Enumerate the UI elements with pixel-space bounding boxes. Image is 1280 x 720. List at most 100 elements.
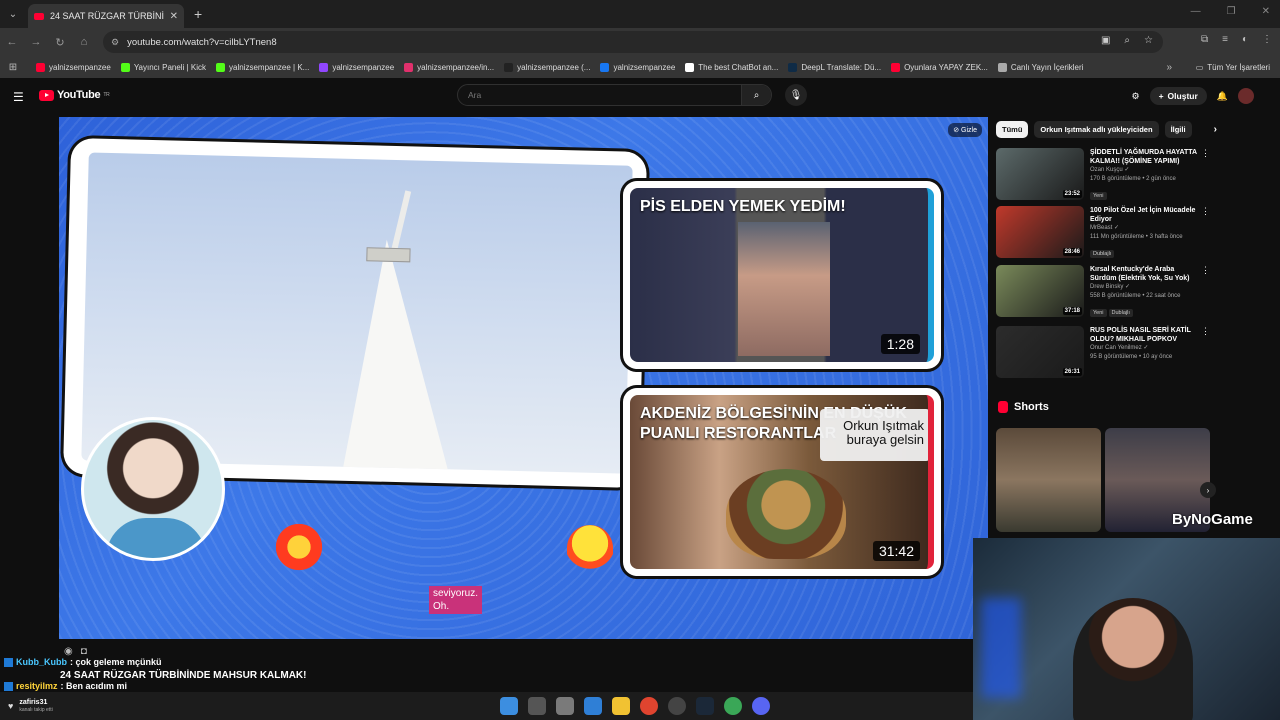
filter-chip[interactable]: Tümü (996, 120, 1029, 138)
bookmark-item[interactable]: yalnizsempanzee | K... (216, 62, 309, 72)
bookmark-item[interactable]: DeepL Translate: Dü... (788, 62, 882, 72)
bookmark-item[interactable]: The best ChatBot an... (685, 62, 778, 72)
short-thumbnail[interactable] (996, 428, 1101, 532)
browser-menu-icon[interactable]: ⋮ (1262, 34, 1272, 45)
hamburger-menu-icon[interactable]: ☰ (13, 90, 24, 104)
youtube-logo[interactable]: YouTube TR (39, 89, 110, 101)
steam-icon[interactable] (696, 697, 714, 715)
bookmark-item[interactable]: yalnizsempanzee (600, 62, 675, 72)
minimize-icon[interactable]: — (1191, 6, 1201, 17)
recommended-video[interactable]: 23:52 ŞİDDETLİ YAĞMURDA HAYATTA KALMA!! (… (996, 148, 1212, 202)
card1-person (738, 222, 830, 356)
photos-icon[interactable] (584, 697, 602, 715)
bookmark-item[interactable]: Yayıncı Paneli | Kick (120, 62, 206, 72)
bookmark-item[interactable]: yalnizsempanzee (319, 62, 394, 72)
end-screen-video-card-2[interactable]: AKDENİZ BÖLGESİ'NİN EN DÜŞÜK PUANLI REST… (623, 388, 941, 576)
task-view-icon[interactable] (528, 697, 546, 715)
forward-icon[interactable]: → (24, 36, 48, 48)
create-label: Oluştur (1167, 91, 1198, 101)
tab-search-icon[interactable]: ⌄ (0, 0, 26, 28)
browser-tab-active[interactable]: 24 SAAT RÜZGAR TÜRBİNİNDE ✕ (28, 4, 184, 28)
video-thumbnail[interactable]: 23:52 (996, 148, 1084, 200)
bookmark-item[interactable]: yalnizsempanzee (... (504, 62, 590, 72)
more-options-icon[interactable]: ⋮ (1201, 206, 1210, 217)
reload-icon[interactable]: ↻ (48, 36, 72, 49)
app-icon[interactable] (556, 697, 574, 715)
video-thumbnail[interactable]: 37:18 (996, 265, 1084, 317)
tab-close-icon[interactable]: ✕ (170, 11, 178, 22)
video-info: 100 Pilot Özel Jet İçin Mücadele Ediyor M… (1090, 206, 1202, 260)
stream-video-title: 24 SAAT RÜZGAR TÜRBİNİNDE MAHSUR KALMAK! (60, 670, 307, 681)
new-tab-icon[interactable]: + (194, 6, 202, 22)
channel-name[interactable]: Drew Binsky ✓ (1090, 283, 1202, 292)
notifications-bell-icon[interactable]: 🔔 (1217, 91, 1228, 102)
file-explorer-icon[interactable] (612, 697, 630, 715)
profile-icon[interactable]: ◐ (1242, 34, 1248, 45)
hide-label: Gizle (961, 127, 977, 134)
voice-search-button[interactable]: 🎙 (785, 84, 807, 106)
home-icon[interactable]: ⌂ (72, 36, 96, 48)
more-options-icon[interactable]: ⋮ (1201, 265, 1210, 276)
apps-grid-icon[interactable]: ⊞ (0, 62, 26, 73)
search-input[interactable] (458, 90, 741, 100)
bookmark-label: Yayıncı Paneli | Kick (133, 62, 206, 72)
extensions-icon[interactable]: ⧉ (1201, 34, 1208, 45)
close-window-icon[interactable]: ✕ (1262, 6, 1270, 17)
bookmark-item[interactable]: Canlı Yayın İçerikleri (997, 62, 1084, 72)
chat-text: : çok geleme mçünkü (70, 657, 162, 667)
end-screen-video-card-1[interactable]: PİS ELDEN YEMEK YEDİM! 1:28 (623, 181, 941, 369)
bookmark-item[interactable]: yalnizsempanzee (36, 62, 111, 72)
more-options-icon[interactable]: ⋮ (1201, 148, 1210, 159)
bookmarks-overflow-icon[interactable]: » (1166, 62, 1172, 73)
recommended-video[interactable]: 26:31 RUS POLİS NASIL SERİ KATİL OLDU? MI… (996, 326, 1212, 380)
shorts-next-arrow-icon[interactable]: › (1200, 482, 1216, 498)
zoom-icon[interactable]: ⌕ (1124, 35, 1130, 46)
studio-icon[interactable]: ⚙ (1132, 91, 1140, 102)
more-options-icon[interactable]: ⋮ (1201, 326, 1210, 337)
chips-next-arrow-icon[interactable]: › (1214, 124, 1217, 135)
follower-name: zafiris31 (19, 699, 48, 706)
filter-chip[interactable]: Orkun Işıtmak adlı yükleyiciden (1034, 120, 1159, 138)
back-icon[interactable]: ← (0, 36, 24, 48)
channel-name[interactable]: MrBeast ✓ (1090, 224, 1202, 233)
reading-list-icon[interactable]: ≡ (1222, 34, 1228, 45)
filter-chip[interactable]: İlgili (1164, 120, 1192, 138)
chrome-icon[interactable] (640, 697, 658, 715)
windows-taskbar: ♥ zafiris31 kanalı takip etti (0, 692, 973, 720)
video-thumbnail[interactable]: 28:46 (996, 206, 1084, 258)
bookmark-label: Canlı Yayın İçerikleri (1010, 62, 1084, 72)
video-title[interactable]: Kırsal Kentucky'de Araba Sürdüm (Elektri… (1090, 265, 1202, 283)
site-info-icon[interactable]: ⚙ (111, 37, 119, 48)
bookmark-item[interactable]: Oyunlara YAPAY ZEK... (891, 62, 988, 72)
bookmark-item[interactable]: yalnizsempanzee/in... (404, 62, 494, 72)
video-player[interactable]: PİS ELDEN YEMEK YEDİM! 1:28 AKDENİZ BÖLG… (59, 117, 988, 639)
video-duration: 26:31 (1062, 368, 1082, 376)
recommended-video[interactable]: 37:18 Kırsal Kentucky'de Araba Sürdüm (El… (996, 265, 1212, 319)
bookmark-label: DeepL Translate: Dü... (801, 62, 882, 72)
chrome-profile-icon[interactable] (724, 697, 742, 715)
channel-name[interactable]: Ozan Kuşçu ✓ (1090, 166, 1202, 175)
app-icon[interactable] (668, 697, 686, 715)
discord-icon[interactable] (752, 697, 770, 715)
recommended-video[interactable]: 28:46 100 Pilot Özel Jet İçin Mücadele Ed… (996, 206, 1212, 260)
maximize-icon[interactable]: ❐ (1227, 6, 1236, 17)
create-button[interactable]: + Oluştur (1149, 87, 1207, 105)
chat-badge-icon (4, 658, 13, 667)
bookmark-star-icon[interactable]: ☆ (1144, 35, 1153, 46)
start-windows-icon[interactable] (500, 697, 518, 715)
screen: ⌄ 24 SAAT RÜZGAR TÜRBİNİNDE ✕ + — ❐ ✕ ← … (0, 0, 1280, 720)
video-meta: 95 B görüntüleme • 10 ay önce (1090, 354, 1173, 360)
video-meta: 111 Mn görüntüleme • 3 hafta önce (1090, 234, 1183, 240)
address-bar[interactable]: ⚙ youtube.com/watch?v=cilbLYTnen8 ▣ ⌕ ☆ (103, 31, 1163, 53)
search-button[interactable]: ⌕ (741, 85, 771, 105)
all-bookmarks-folder[interactable]: ▭ Tüm Yer İşaretleri (1196, 63, 1270, 72)
account-avatar[interactable] (1238, 88, 1254, 104)
video-title[interactable]: ŞİDDETLİ YAĞMURDA HAYATTA KALMA!! (ŞÖMİN… (1090, 148, 1202, 166)
cast-icon[interactable]: ▣ (1101, 35, 1110, 46)
video-title[interactable]: RUS POLİS NASIL SERİ KATİL OLDU? MIKHAIL… (1090, 326, 1202, 344)
badge-row: Yeni Dublajlı (1090, 301, 1202, 319)
hide-button[interactable]: ⊘ Gizle (948, 123, 982, 137)
video-title[interactable]: 100 Pilot Özel Jet İçin Mücadele Ediyor (1090, 206, 1202, 224)
channel-name[interactable]: Onur Can Yenilmez ✓ (1090, 344, 1202, 353)
video-thumbnail[interactable]: 26:31 (996, 326, 1084, 378)
